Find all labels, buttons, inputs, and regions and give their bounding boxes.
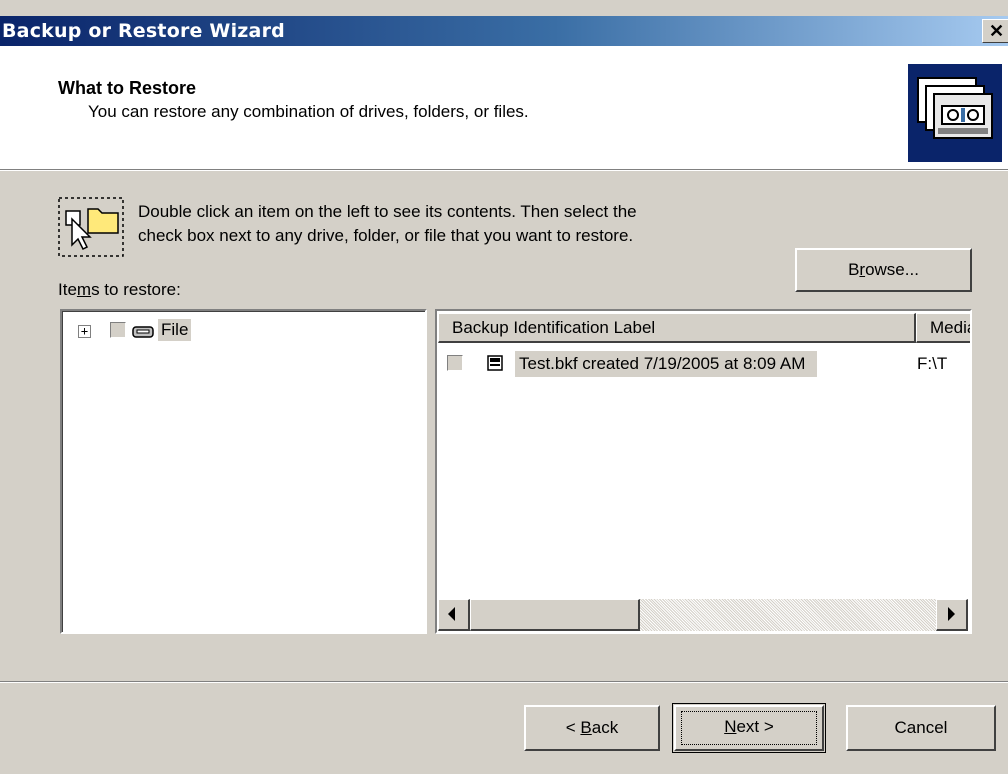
list-item-label[interactable]: Test.bkf created 7/19/2005 at 8:09 AM xyxy=(515,351,818,377)
scroll-right-button[interactable] xyxy=(936,599,968,631)
instructions-line-2: check box next to any drive, folder, or … xyxy=(138,226,634,245)
back-button[interactable]: < Back xyxy=(524,705,660,751)
title-bar[interactable]: Backup or Restore Wizard ✕ xyxy=(0,16,1008,46)
scroll-left-button[interactable] xyxy=(438,599,470,631)
horizontal-scrollbar[interactable] xyxy=(438,599,970,631)
tree-item-checkbox[interactable] xyxy=(110,322,126,338)
tree-item-label[interactable]: File xyxy=(158,319,192,341)
select-folder-icon xyxy=(58,197,124,257)
drive-icon xyxy=(132,325,154,338)
next-button-label: Next > xyxy=(724,717,774,736)
list-header: Backup Identification Label Media xyxy=(438,313,970,343)
close-button[interactable]: ✕ xyxy=(982,19,1008,43)
list-item-checkbox[interactable] xyxy=(447,355,463,371)
window-title: Backup or Restore Wizard xyxy=(2,20,285,42)
close-icon: ✕ xyxy=(989,21,1005,41)
column-header-label[interactable]: Backup Identification Label xyxy=(438,313,916,343)
wizard-window: Backup or Restore Wizard ✕ What to Resto… xyxy=(0,0,1008,774)
page-subtitle: You can restore any combination of drive… xyxy=(88,102,529,121)
wizard-header: What to Restore You can restore any comb… xyxy=(0,46,1008,170)
expand-icon[interactable]: + xyxy=(78,325,91,338)
column-header-media[interactable]: Media xyxy=(916,313,970,343)
browse-button[interactable]: Browse... xyxy=(795,248,972,292)
arrow-right-icon xyxy=(948,607,955,621)
cancel-button[interactable]: Cancel xyxy=(846,705,996,751)
items-to-restore-label: Items to restore: xyxy=(58,280,181,299)
footer-divider-highlight xyxy=(0,682,1008,683)
instructions-line-1: Double click an item on the left to see … xyxy=(138,202,637,221)
instructions-text: Double click an item on the left to see … xyxy=(138,200,637,248)
backup-tapes-icon xyxy=(908,64,1002,162)
header-divider xyxy=(0,170,1008,171)
list-item-media: F:\T xyxy=(917,354,948,373)
backup-list[interactable]: Backup Identification Label Media Test.b… xyxy=(435,309,972,634)
scrollbar-thumb[interactable] xyxy=(470,599,640,631)
page-title: What to Restore xyxy=(58,78,197,98)
tape-icon xyxy=(487,355,503,371)
list-item[interactable]: Test.bkf created 7/19/2005 at 8:09 AM F:… xyxy=(447,351,967,377)
arrow-left-icon xyxy=(448,607,455,621)
restore-tree[interactable]: + File xyxy=(60,309,427,634)
scrollbar-track[interactable] xyxy=(640,599,936,631)
next-button[interactable]: Next > xyxy=(672,703,826,753)
